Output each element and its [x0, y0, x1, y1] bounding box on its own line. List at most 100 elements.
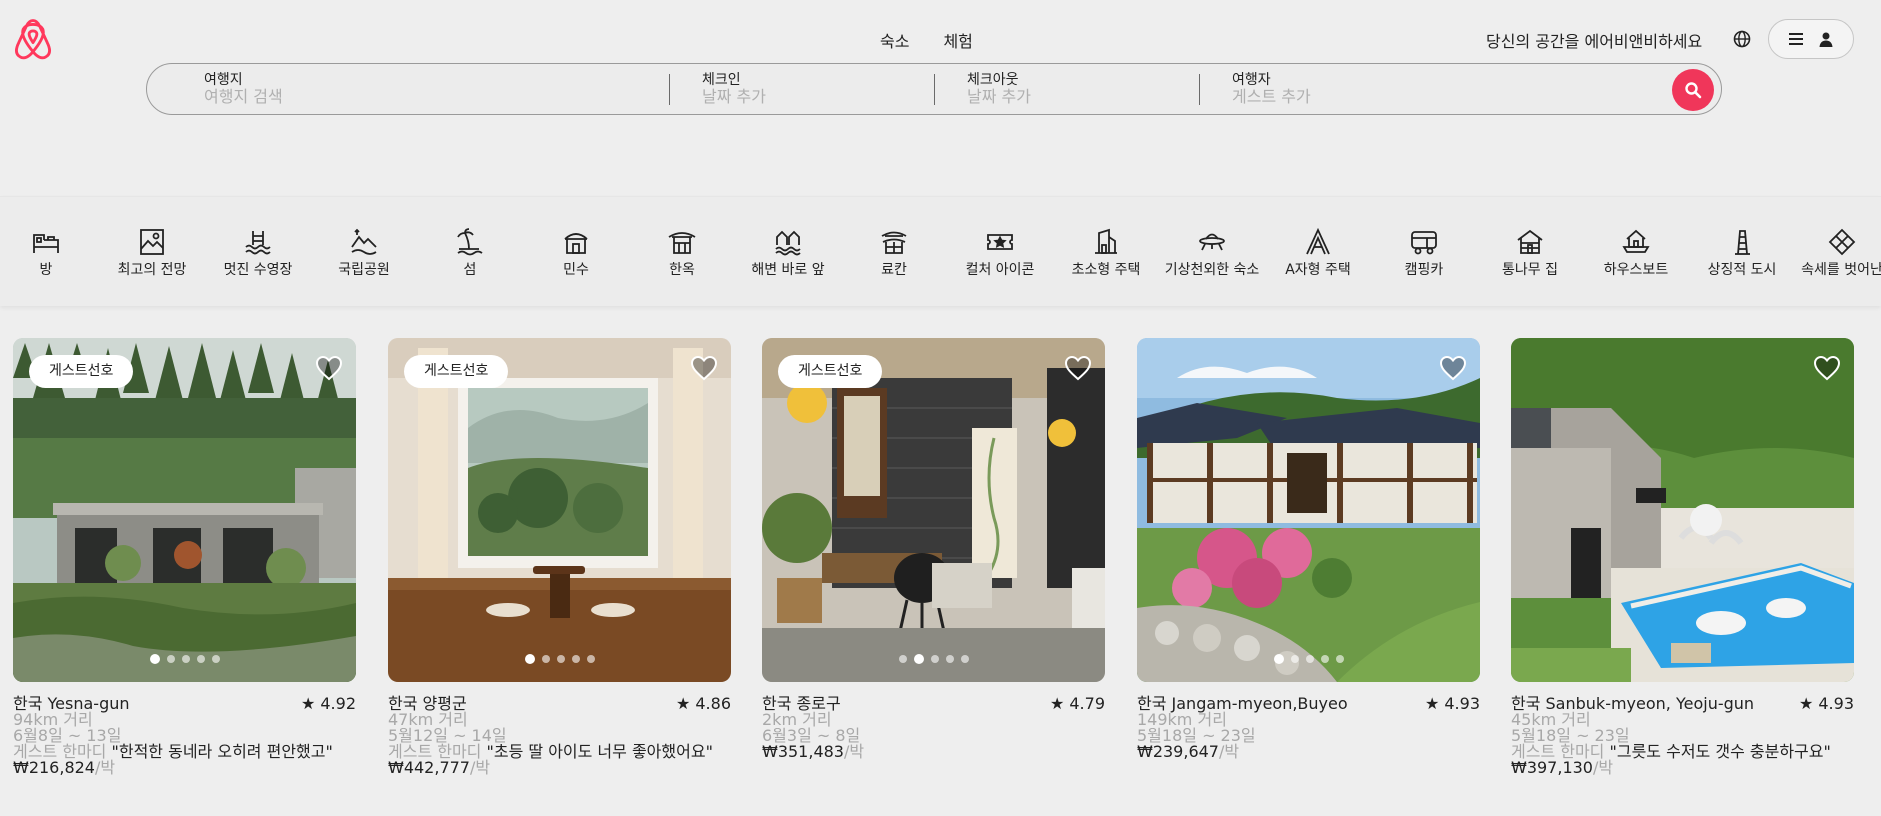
listing-photo[interactable]: 게스트선호: [388, 338, 731, 682]
pagination-dot[interactable]: [898, 655, 907, 663]
heart-icon[interactable]: [1439, 355, 1467, 381]
category-cabin[interactable]: 통나무 집: [1480, 227, 1580, 279]
pagination-dot[interactable]: [541, 655, 550, 663]
pagination-dot[interactable]: [945, 655, 954, 663]
category-culture[interactable]: 컬처 아이콘: [950, 227, 1050, 279]
pagination-dot[interactable]: [149, 654, 160, 664]
per-night: /박: [843, 742, 865, 761]
listing-price: ₩397,130: [1511, 758, 1593, 777]
heart-icon[interactable]: [690, 355, 718, 381]
category-a-frame[interactable]: A자형 주택: [1268, 227, 1368, 279]
island-icon: [457, 228, 483, 256]
per-night: /박: [469, 758, 491, 777]
host-link[interactable]: 당신의 공간을 에어비앤비하세요: [1486, 28, 1702, 52]
pagination-dot[interactable]: [556, 655, 565, 663]
listing-card[interactable]: 게스트선호 한국 Yesna-gun ★ 4.92 94km 거리 6월8일 ~…: [13, 338, 356, 776]
listing-card[interactable]: 게스트선호 한국 종로구 ★ 4.79 2km 거리 6월3일 ~ 8일 ₩35…: [762, 338, 1105, 760]
pagination-dot[interactable]: [181, 655, 190, 663]
user-menu-button[interactable]: [1768, 19, 1854, 59]
listing-review: "초등 딸 아이도 너무 좋아했어요": [486, 742, 713, 761]
listing-price: ₩239,647: [1137, 742, 1219, 761]
per-night: /박: [1592, 758, 1614, 777]
photo-pagination[interactable]: [1137, 654, 1480, 664]
category-bar: 방 최고의 전망 멋진 수영장 국립공원 섬 민수 한옥 해변 바로 앞 료칸 …: [0, 196, 1881, 306]
photo-pagination[interactable]: [388, 654, 731, 664]
listing-image: [1137, 338, 1480, 682]
category-off-grid[interactable]: 속세를 벗어난: [1792, 227, 1881, 279]
category-label: 섬: [463, 262, 477, 278]
search-icon: [1685, 82, 1702, 99]
pagination-dot[interactable]: [166, 655, 175, 663]
category-iconic-city[interactable]: 상징적 도시: [1692, 227, 1792, 279]
heart-icon[interactable]: [1813, 355, 1841, 381]
pagination-dot[interactable]: [196, 655, 205, 663]
user-icon: [1819, 32, 1833, 47]
category-national-park[interactable]: 국립공원: [314, 227, 414, 279]
pagination-dot[interactable]: [930, 655, 939, 663]
heart-icon[interactable]: [315, 355, 343, 381]
checkin-label: 체크인: [702, 72, 741, 88]
guest-favorite-badge: 게스트선호: [29, 355, 134, 388]
listing-photo[interactable]: 게스트선호: [13, 338, 356, 682]
guests-field[interactable]: 여행자 게스트 추가: [1232, 72, 1311, 106]
pagination-dot[interactable]: [586, 655, 595, 663]
category-ryokan[interactable]: 료칸: [844, 227, 944, 279]
listing-photo[interactable]: [1511, 338, 1854, 682]
listing-card[interactable]: 한국 Sanbuk-myeon, Yeoju-gun ★ 4.93 45km 거…: [1511, 338, 1854, 776]
category-camper[interactable]: 캠핑카: [1374, 227, 1474, 279]
category-label: 초소형 주택: [1071, 262, 1141, 278]
pagination-dot[interactable]: [524, 654, 535, 664]
category-label: 국립공원: [338, 262, 390, 278]
pagination-dot[interactable]: [913, 654, 924, 664]
category-houseboat[interactable]: 하우스보트: [1586, 227, 1686, 279]
category-view[interactable]: 최고의 전망: [102, 227, 202, 279]
globe-icon[interactable]: [1733, 30, 1751, 48]
pagination-dot[interactable]: [1273, 654, 1284, 664]
pool-icon: [245, 231, 271, 255]
listing-card[interactable]: 한국 Jangam-myeon,Buyeo ★ 4.93 149km 거리 5월…: [1137, 338, 1480, 760]
heart-icon[interactable]: [1064, 355, 1092, 381]
room-icon: [33, 234, 59, 253]
pagination-dot[interactable]: [1290, 655, 1299, 663]
camper-icon: [1411, 231, 1437, 255]
destination-input[interactable]: 여행지 검색: [204, 88, 283, 106]
listing-info: 한국 양평군 ★ 4.86 47km 거리 5월12일 ~ 14일 게스트 한마…: [388, 696, 731, 776]
search-bar: 여행지 여행지 검색 체크인 날짜 추가 체크아웃 날짜 추가 여행자 게스트 …: [146, 63, 1722, 115]
category-pool[interactable]: 멋진 수영장: [208, 227, 308, 279]
category-ufo[interactable]: 기상천외한 숙소: [1162, 227, 1262, 279]
category-beachfront[interactable]: 해변 바로 앞: [738, 227, 838, 279]
listing-photo[interactable]: [1137, 338, 1480, 682]
category-minsu[interactable]: 민수: [526, 227, 626, 279]
category-label: 속세를 벗어난: [1801, 262, 1881, 278]
photo-pagination[interactable]: [13, 654, 356, 664]
off-grid-icon: [1828, 228, 1856, 256]
destination-field[interactable]: 여행지 여행지 검색: [204, 72, 283, 106]
pagination-dot[interactable]: [571, 655, 580, 663]
guests-input[interactable]: 게스트 추가: [1232, 88, 1311, 106]
per-night: /박: [1218, 742, 1240, 761]
pagination-dot[interactable]: [1320, 655, 1329, 663]
pagination-dot[interactable]: [1305, 655, 1314, 663]
checkout-field[interactable]: 체크아웃 날짜 추가: [967, 72, 1031, 106]
category-hanok[interactable]: 한옥: [632, 227, 732, 279]
pagination-dot[interactable]: [960, 655, 969, 663]
tab-experiences[interactable]: 체험: [943, 28, 972, 52]
pagination-dot[interactable]: [211, 655, 220, 663]
photo-pagination[interactable]: [762, 654, 1105, 664]
category-room[interactable]: 방: [0, 227, 96, 279]
listing-photo[interactable]: 게스트선호: [762, 338, 1105, 682]
checkout-input[interactable]: 날짜 추가: [967, 88, 1031, 106]
ryokan-icon: [881, 231, 907, 254]
listing-card[interactable]: 게스트선호 한국 양평군 ★ 4.86 47km 거리 5월12일 ~ 14일 …: [388, 338, 731, 776]
airbnb-logo-icon[interactable]: [12, 18, 54, 62]
search-button[interactable]: [1672, 69, 1714, 111]
tab-stays[interactable]: 숙소: [880, 28, 909, 52]
category-island[interactable]: 섬: [420, 227, 520, 279]
beachfront-icon: [775, 230, 801, 256]
listing-rating: ★ 4.79: [1049, 694, 1105, 713]
pagination-dot[interactable]: [1335, 655, 1344, 663]
checkin-input[interactable]: 날짜 추가: [702, 88, 766, 106]
category-tiny-home[interactable]: 초소형 주택: [1056, 227, 1156, 279]
view-icon: [140, 229, 164, 255]
checkin-field[interactable]: 체크인 날짜 추가: [702, 72, 766, 106]
